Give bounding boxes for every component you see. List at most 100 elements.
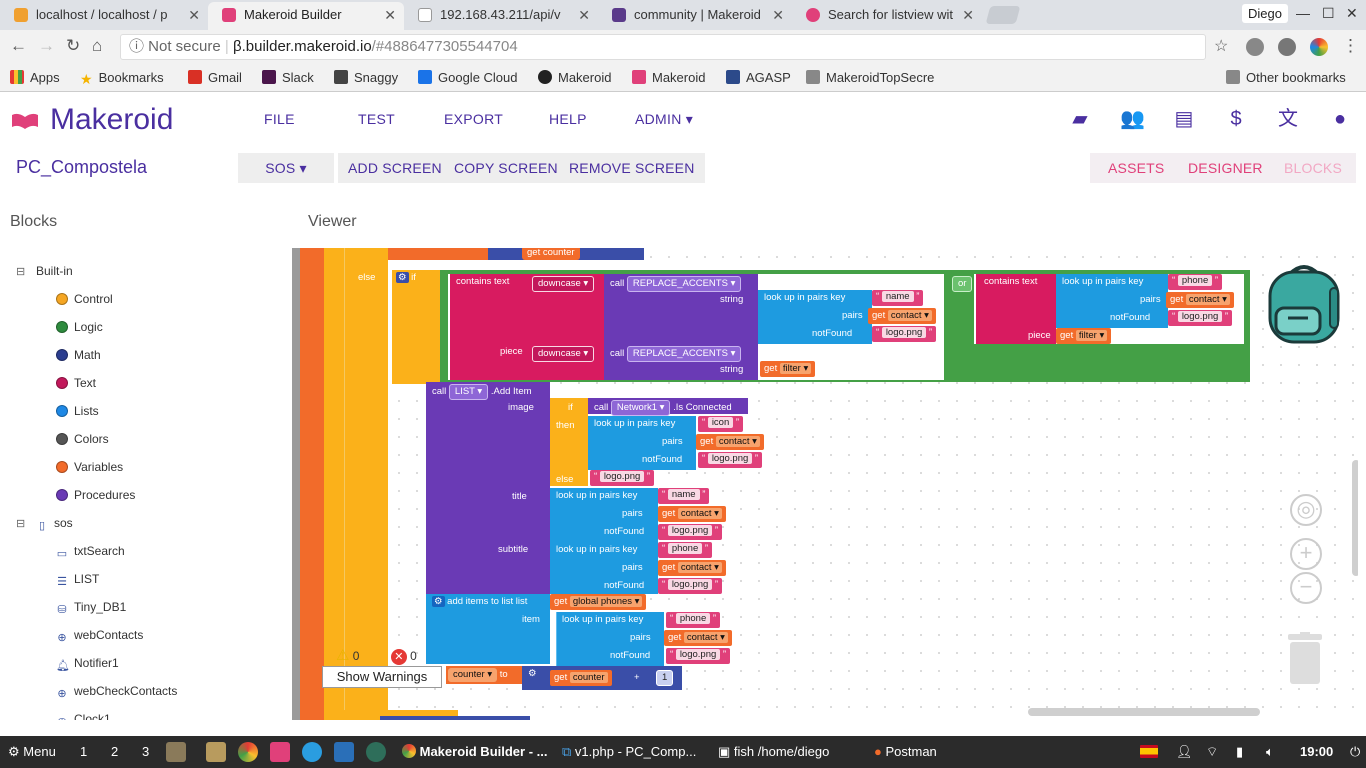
menu-admin[interactable]: ADMIN ▾ [635, 111, 693, 128]
variable-dropdown[interactable]: contact ▾ [683, 632, 728, 643]
bookmark-apps[interactable]: Apps [10, 70, 60, 85]
task-postman[interactable]: ● Postman [874, 744, 937, 759]
text-literal[interactable]: “ logo.png ” [590, 470, 655, 486]
tab-phpmyadmin[interactable]: localhost / localhost / p ✕ [0, 2, 208, 30]
vscode-icon[interactable] [334, 742, 354, 762]
text-literal[interactable]: “ logo.png ” [666, 648, 731, 664]
text-literal[interactable]: “ logo.png ” [872, 326, 937, 342]
get-variable-block[interactable]: get contact ▾ [696, 434, 764, 450]
close-icon[interactable]: ✕ [578, 2, 590, 28]
forward-icon[interactable]: → [38, 36, 55, 56]
menu-file[interactable]: FILE [264, 111, 295, 127]
variable-dropdown[interactable]: counter [569, 672, 608, 683]
designer-button[interactable]: DESIGNER [1178, 153, 1273, 183]
collapse-icon[interactable]: ⊟ [16, 517, 26, 530]
color-extension-icon[interactable] [1310, 38, 1328, 56]
workspace-1[interactable]: 1 [80, 744, 87, 759]
battery-icon[interactable]: ▮ [1236, 744, 1243, 760]
show-warnings-button[interactable]: Show Warnings [322, 666, 442, 688]
people-icon[interactable]: 👥 [1120, 107, 1145, 131]
reload-icon[interactable]: ↻ [66, 36, 80, 56]
get-variable-block[interactable]: get contact ▾ [664, 630, 732, 646]
close-icon[interactable]: ✕ [384, 2, 396, 28]
chrome-icon[interactable] [238, 742, 258, 762]
variable-dropdown[interactable]: global phones ▾ [569, 596, 643, 607]
user-icon[interactable]: 👤︎ [1176, 744, 1193, 760]
add-item-block[interactable] [426, 382, 550, 594]
kebab-menu-icon[interactable]: ⋮ [1342, 36, 1359, 56]
vertical-scrollbar[interactable] [1352, 460, 1358, 576]
tree-component-webcheckcontacts[interactable]: ⊕ webCheckContacts [56, 684, 177, 700]
vpn-icon[interactable] [366, 742, 386, 762]
text-literal[interactable]: “ icon ” [698, 416, 744, 432]
event-block-edge[interactable] [300, 248, 324, 720]
workspace-2[interactable]: 2 [111, 744, 118, 759]
info-icon[interactable]: ⓘ [129, 38, 148, 55]
tree-item-control[interactable]: Control [56, 292, 113, 306]
text-literal[interactable]: “ name ” [872, 290, 924, 306]
zoom-out-icon[interactable]: − [1290, 572, 1322, 604]
tree-component-webcontacts[interactable]: ⊕ webContacts [56, 628, 143, 644]
tree-screen-sos[interactable]: ⊟ ▯ sos [16, 516, 73, 532]
dollar-icon[interactable]: $ [1224, 107, 1248, 131]
get-variable-block[interactable]: get global phones ▾ [550, 594, 647, 610]
tree-item-math[interactable]: Math [56, 348, 101, 362]
library-icon[interactable]: ▤ [1172, 107, 1196, 131]
menu-test[interactable]: TEST [358, 111, 395, 127]
horizontal-scrollbar[interactable] [1028, 708, 1260, 716]
profile-chip[interactable]: Diego [1242, 4, 1288, 23]
zoom-in-icon[interactable]: + [1290, 538, 1322, 570]
tree-component-txtsearch[interactable]: ▭ txtSearch [56, 544, 125, 560]
add-screen-button[interactable]: ADD SCREEN [338, 153, 452, 183]
power-icon[interactable]: ⏻ [1350, 744, 1360, 760]
get-variable-block[interactable]: get contact ▾ [658, 560, 726, 576]
text-literal[interactable]: “ logo.png ” [658, 578, 723, 594]
back-icon[interactable]: ← [10, 36, 27, 56]
menu-help[interactable]: HELP [549, 111, 587, 127]
recenter-icon[interactable]: ◎ [1290, 494, 1322, 526]
set-block-remnant[interactable] [388, 248, 488, 260]
tab-api[interactable]: 192.168.43.211/api/v ✕ [404, 2, 598, 30]
lookup-pairs-block[interactable] [550, 488, 658, 594]
menu-button[interactable]: ⚙ Menu [8, 744, 56, 760]
workspace-3[interactable]: 3 [142, 744, 149, 759]
star-icon[interactable]: ☆ [1214, 36, 1228, 56]
bookmark-makeroid[interactable]: Makeroid [632, 70, 705, 85]
text-literal[interactable]: “ phone ” [666, 612, 721, 628]
collapse-icon[interactable]: ⊟ [16, 265, 26, 278]
menu-export[interactable]: EXPORT [444, 111, 503, 127]
blocks-button[interactable]: BLOCKS [1270, 153, 1356, 183]
variable-dropdown[interactable]: filter ▾ [779, 363, 812, 374]
bookmark-folder-topsecret[interactable]: MakeroidTopSecre [806, 70, 934, 85]
close-icon[interactable]: ✕ [188, 2, 200, 28]
backpack-icon[interactable] [1264, 262, 1344, 346]
bookmark-agasp[interactable]: AGASP [726, 70, 791, 85]
variable-dropdown[interactable]: filter ▾ [1075, 330, 1108, 341]
wifi-icon[interactable]: ⌔ [1206, 744, 1218, 760]
bookmark-makeroid-github[interactable]: Makeroid [538, 70, 611, 85]
telegram-icon[interactable] [302, 742, 322, 762]
copy-screen-button[interactable]: COPY SCREEN [444, 153, 568, 183]
get-variable-block[interactable]: get filter ▾ [760, 361, 816, 377]
new-tab-button[interactable] [985, 6, 1021, 24]
tree-component-tinydb[interactable]: ⛁ Tiny_DB1 [56, 600, 126, 616]
tree-item-colors[interactable]: Colors [56, 432, 109, 446]
get-variable-block[interactable]: get contact ▾ [1166, 292, 1234, 308]
get-variable-block[interactable]: get contact ▾ [658, 506, 726, 522]
blocks-workspace[interactable]: get counter else ⚙ if contains text down… [292, 248, 1358, 720]
downcase-dropdown[interactable]: downcase ▾ [532, 346, 595, 362]
clock[interactable]: 19:00 [1300, 744, 1333, 759]
maximize-icon[interactable]: ☐ [1322, 5, 1335, 22]
if-else-block[interactable] [344, 248, 388, 710]
text-literal[interactable]: “ name ” [658, 488, 710, 504]
number-value[interactable]: 1 [656, 670, 674, 686]
close-icon[interactable]: ✕ [772, 2, 784, 28]
variable-dropdown[interactable]: contact ▾ [677, 562, 722, 573]
gear-icon[interactable]: ⚙ [396, 272, 409, 283]
folder-icon[interactable] [206, 742, 226, 762]
bookmark-snaggy[interactable]: Snaggy [334, 70, 398, 85]
tab-search[interactable]: Search for listview wit ✕ [792, 2, 982, 30]
home-icon[interactable]: ⌂ [92, 36, 102, 56]
tree-item-text[interactable]: Text [56, 376, 96, 390]
projects-folder-icon[interactable]: ▰ [1068, 107, 1092, 131]
